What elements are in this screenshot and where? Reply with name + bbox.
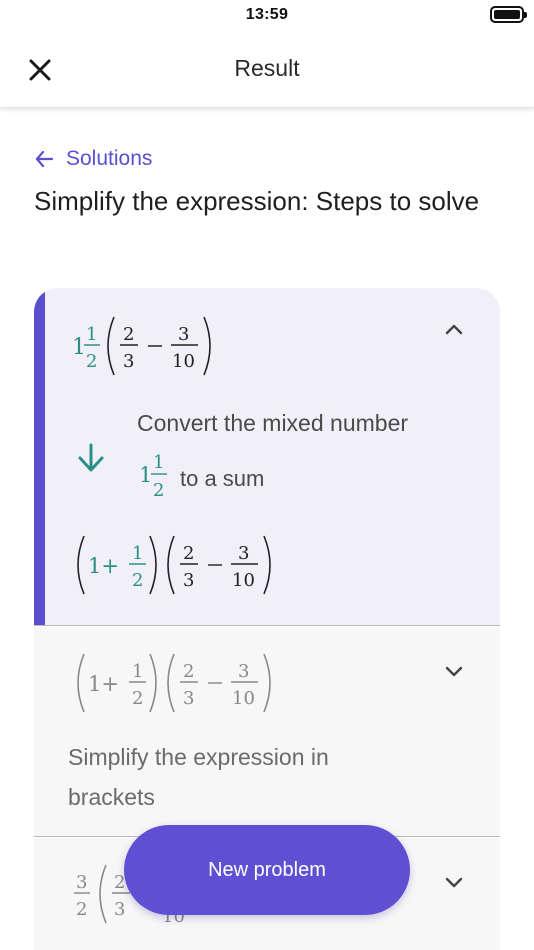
svg-text:2: 2 bbox=[86, 351, 97, 372]
step-1-result-expression: 1+ 1 2 2 3 3 10 bbox=[77, 535, 271, 595]
chevron-down-icon[interactable] bbox=[442, 870, 466, 894]
svg-text:2: 2 bbox=[153, 480, 164, 501]
status-bar: 13:59 bbox=[0, 0, 534, 30]
step-active-indicator bbox=[34, 288, 45, 625]
svg-text:1: 1 bbox=[139, 463, 152, 487]
back-to-solutions-link[interactable]: Solutions bbox=[34, 147, 152, 171]
svg-text:3: 3 bbox=[178, 324, 189, 345]
step-1-expression: 1 1 2 2 3 3 10 bbox=[72, 316, 211, 376]
svg-text:3: 3 bbox=[183, 688, 194, 709]
step-1-mixed-number: 1 1 2 bbox=[139, 452, 167, 501]
svg-text:2: 2 bbox=[123, 324, 134, 345]
svg-text:1+: 1+ bbox=[88, 672, 119, 696]
svg-text:1: 1 bbox=[72, 335, 86, 360]
new-problem-label: New problem bbox=[208, 859, 326, 881]
back-link-label: Solutions bbox=[66, 147, 153, 170]
step-1-description: Convert the mixed number bbox=[137, 410, 409, 436]
arrow-left-icon bbox=[35, 150, 54, 168]
svg-text:1: 1 bbox=[132, 543, 143, 564]
chevron-down-icon[interactable] bbox=[442, 659, 466, 683]
step-card-2[interactable]: 1+ 1 2 2 3 3 10 Simplify the expression … bbox=[34, 627, 500, 837]
svg-text:1: 1 bbox=[132, 661, 143, 682]
svg-text:2: 2 bbox=[132, 570, 143, 591]
svg-text:3: 3 bbox=[123, 351, 134, 372]
svg-text:3: 3 bbox=[76, 872, 87, 893]
svg-text:10: 10 bbox=[172, 351, 195, 372]
svg-text:10: 10 bbox=[232, 688, 255, 709]
svg-text:1: 1 bbox=[86, 324, 97, 345]
status-time: 13:59 bbox=[245, 6, 289, 23]
svg-text:2: 2 bbox=[183, 543, 194, 564]
new-problem-button[interactable]: New problem bbox=[124, 825, 410, 915]
step-1-description-suffix: to a sum bbox=[180, 466, 265, 491]
step-2-description: Simplify the expression in brackets bbox=[68, 744, 329, 810]
svg-text:2: 2 bbox=[183, 661, 194, 682]
svg-text:3: 3 bbox=[183, 570, 194, 591]
svg-text:10: 10 bbox=[232, 570, 255, 591]
step-2-expression: 1+ 1 2 2 3 3 10 bbox=[77, 653, 271, 713]
battery-icon bbox=[490, 6, 527, 23]
svg-text:1+: 1+ bbox=[88, 554, 119, 578]
svg-text:2: 2 bbox=[132, 688, 143, 709]
svg-text:1: 1 bbox=[153, 452, 164, 473]
app-header: Result bbox=[0, 30, 534, 108]
svg-text:3: 3 bbox=[238, 661, 249, 682]
svg-text:3: 3 bbox=[114, 899, 125, 920]
page-header-title: Result bbox=[234, 55, 300, 81]
arrow-down-icon bbox=[78, 443, 104, 472]
page-title: Simplify the expression: Steps to solve bbox=[34, 186, 480, 216]
svg-text:2: 2 bbox=[76, 899, 87, 920]
step-card-1[interactable]: 1 1 2 2 3 3 10 Convert the mixed number … bbox=[34, 288, 500, 626]
svg-text:3: 3 bbox=[238, 543, 249, 564]
chevron-up-icon[interactable] bbox=[442, 318, 466, 342]
